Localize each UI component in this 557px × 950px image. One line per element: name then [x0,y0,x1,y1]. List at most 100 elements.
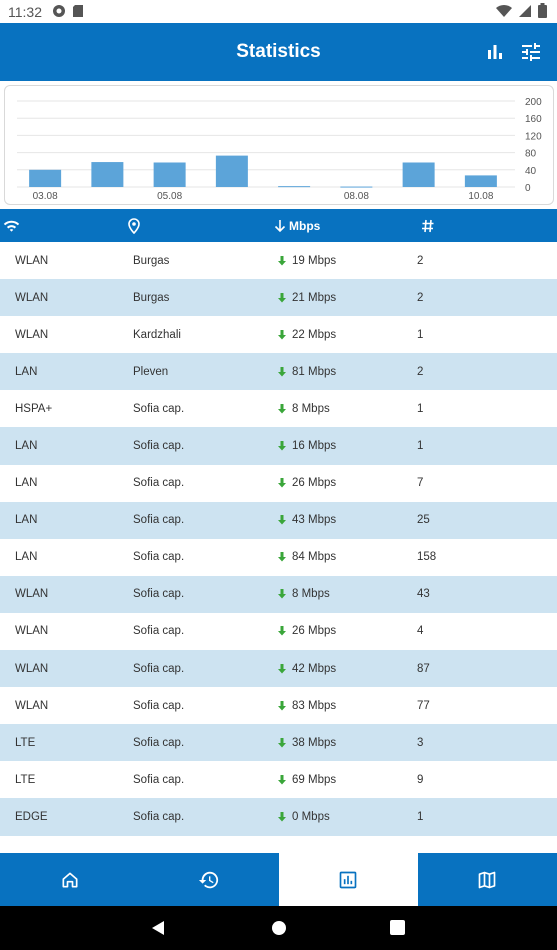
table-row[interactable]: WLAN Sofia cap. 42 Mbps 87 [0,650,557,688]
table-row[interactable]: LAN Sofia cap. 43 Mbps 25 [0,501,557,539]
recents-icon[interactable] [390,920,405,935]
x-tick-label: 08.08 [344,191,369,202]
download-arrow-icon [278,515,286,525]
back-icon[interactable] [150,920,166,936]
y-tick-label: 80 [525,149,537,160]
row-count: 2 [417,254,424,267]
download-arrow-icon [278,552,286,562]
row-location: Burgas [133,291,170,304]
x-tick-label: 03.08 [33,191,58,202]
row-speed-value: 26 Mbps [292,477,337,490]
row-count: 43 [417,588,430,601]
table-row[interactable]: WLAN Burgas 19 Mbps 2 [0,242,557,279]
tune-icon [522,43,540,61]
row-location: Burgas [133,254,170,267]
cell-signal-icon [519,4,531,17]
row-connection-type: LAN [15,440,38,453]
download-arrow-icon [278,700,286,711]
history-icon [198,871,218,888]
row-speed-value: 16 Mbps [292,440,337,453]
table-row[interactable]: LAN Sofia cap. 84 Mbps 158 [0,539,557,576]
x-tick-label: 05.08 [157,191,182,202]
chart-toggle-button[interactable] [483,40,507,64]
row-connection-type: LAN [15,365,38,378]
row-speed-value: 21 Mbps [292,291,337,304]
table-row[interactable]: WLAN Sofia cap. 26 Mbps 4 [0,613,557,650]
row-count: 158 [417,551,437,564]
app-notification-icon [53,5,65,17]
row-count: 1 [417,328,424,341]
row-count: 4 [417,625,424,638]
download-arrow-icon [278,811,286,822]
row-speed-value: 43 Mbps [292,514,337,527]
download-arrow-icon [278,478,286,488]
row-speed-value: 8 Mbps [292,402,330,415]
row-connection-type: WLAN [15,588,49,601]
table-row[interactable]: HSPA+ Sofia cap. 8 Mbps 1 [0,390,557,427]
hash-icon [422,219,434,232]
row-connection-type: WLAN [15,699,49,712]
row-speed: 81 Mbps [277,353,336,390]
row-location: Sofia cap. [133,810,185,823]
nav-statistics[interactable] [278,853,418,906]
table-row[interactable]: LAN Sofia cap. 16 Mbps 1 [0,427,557,465]
table-row[interactable]: LAN Pleven 81 Mbps 2 [0,353,557,391]
chart-bar [91,162,124,187]
nav-home[interactable] [0,853,139,906]
y-tick-label: 40 [525,166,537,177]
header-connection[interactable] [3,209,20,242]
row-speed: 83 Mbps [277,687,336,724]
status-bar: 11:32 [0,0,557,23]
y-tick-label: 200 [525,97,542,108]
row-location: Pleven [133,365,169,378]
y-tick-label: 160 [525,114,542,125]
map-icon [479,871,496,888]
row-speed-value: 22 Mbps [292,328,337,341]
row-speed: 26 Mbps [277,465,336,502]
row-connection-type: EDGE [15,810,48,823]
row-speed-value: 69 Mbps [292,773,337,786]
row-count: 7 [417,477,424,490]
row-count: 2 [417,365,424,378]
system-navigation-bar [0,906,557,950]
row-location: Sofia cap. [133,514,185,527]
arrow-down-icon [274,219,286,232]
row-speed-value: 0 Mbps [292,810,330,823]
row-connection-type: HSPA+ [15,402,53,415]
header-count[interactable] [421,209,435,242]
filter-button[interactable] [519,40,543,64]
row-speed: 38 Mbps [277,724,336,761]
status-time: 11:32 [8,4,42,20]
table-row[interactable]: WLAN Sofia cap. 83 Mbps 77 [0,687,557,724]
row-speed: 84 Mbps [277,539,336,576]
download-arrow-icon [278,774,286,785]
row-speed-value: 42 Mbps [292,662,337,675]
row-speed-value: 38 Mbps [292,736,337,749]
table-row[interactable]: LAN Sofia cap. 26 Mbps 7 [0,465,557,502]
header-location[interactable] [127,209,141,242]
header-download[interactable]: Mbps [274,209,320,242]
nav-history[interactable] [139,853,278,906]
row-connection-type: LTE [15,773,36,786]
home-icon [62,872,78,887]
row-speed: 42 Mbps [277,650,336,687]
row-location: Sofia cap. [133,699,185,712]
wifi-icon [3,220,20,232]
table-row[interactable]: EDGE Sofia cap. 0 Mbps 1 [0,798,557,836]
row-location: Sofia cap. [133,736,185,749]
table-row[interactable]: LTE Sofia cap. 38 Mbps 3 [0,724,557,762]
sd-card-icon [73,5,83,17]
row-location: Sofia cap. [133,402,185,415]
nav-map[interactable] [418,853,557,906]
table-row[interactable]: LTE Sofia cap. 69 Mbps 9 [0,761,557,798]
row-speed: 8 Mbps [277,576,330,613]
chart-bar [464,175,497,187]
download-arrow-icon [278,292,286,303]
table-row[interactable]: WLAN Sofia cap. 8 Mbps 43 [0,575,557,613]
table-row[interactable]: WLAN Burgas 21 Mbps 2 [0,279,557,317]
chart-bar [278,186,311,188]
y-tick-label: 0 [525,183,531,194]
home-circle-icon[interactable] [271,920,287,936]
table-row[interactable]: WLAN Kardzhali 22 Mbps 1 [0,316,557,353]
row-location: Sofia cap. [133,773,185,786]
